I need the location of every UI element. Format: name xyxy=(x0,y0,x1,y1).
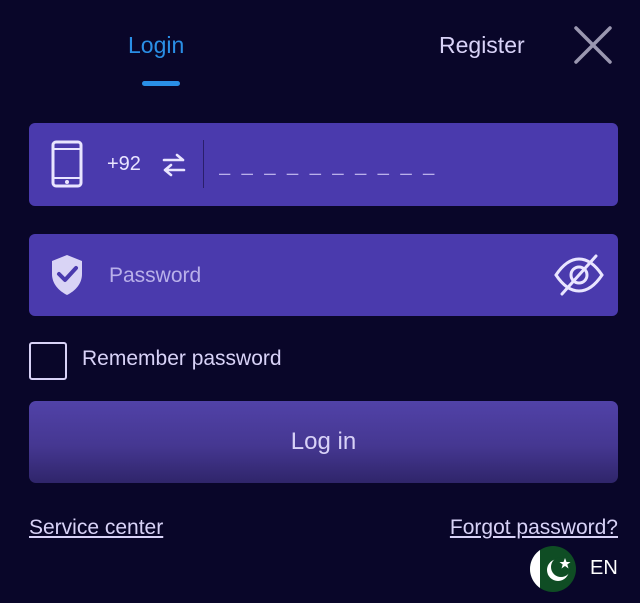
close-icon xyxy=(574,26,612,64)
phone-input[interactable] xyxy=(217,143,591,187)
swap-icon[interactable] xyxy=(161,153,187,177)
service-center-link[interactable]: Service center xyxy=(29,516,163,540)
country-code[interactable]: +92 xyxy=(107,153,141,176)
phone-divider xyxy=(203,140,204,188)
remember-password-label[interactable]: Remember password xyxy=(82,347,282,371)
phone-field: +92 xyxy=(29,123,618,206)
eye-slash-icon xyxy=(554,254,604,296)
password-field xyxy=(29,234,618,316)
active-tab-underline xyxy=(142,81,180,86)
language-selector[interactable]: EN xyxy=(590,557,618,580)
remember-checkbox[interactable] xyxy=(29,342,67,380)
forgot-password-link[interactable]: Forgot password? xyxy=(450,516,618,540)
shield-check-icon xyxy=(52,255,82,295)
password-input[interactable] xyxy=(107,254,551,298)
tab-login[interactable]: Login xyxy=(128,32,184,59)
login-button[interactable]: Log in xyxy=(29,401,618,483)
close-button[interactable] xyxy=(572,24,614,66)
tab-register[interactable]: Register xyxy=(439,32,525,59)
phone-icon xyxy=(51,140,83,188)
pakistan-flag-icon[interactable] xyxy=(530,546,576,592)
